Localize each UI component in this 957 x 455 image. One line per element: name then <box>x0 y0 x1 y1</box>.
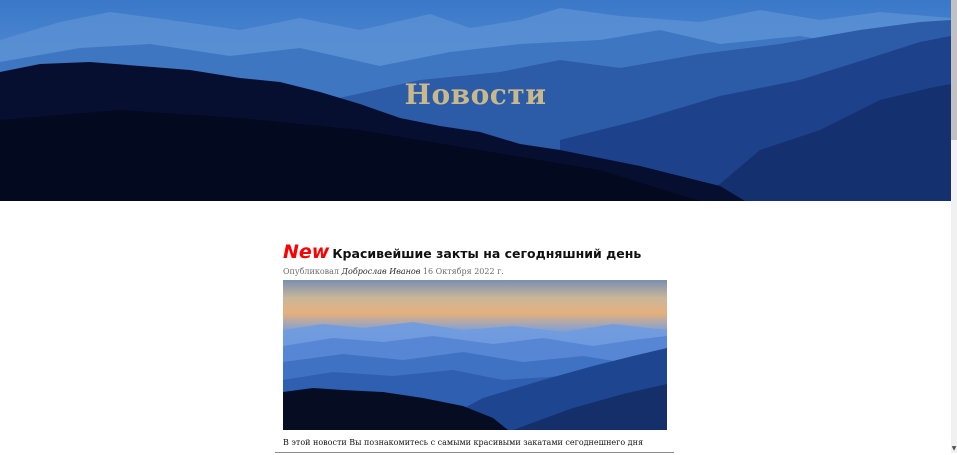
scroll-down-arrow-icon[interactable]: ▼ <box>951 445 957 453</box>
news-article: New Красивейшие закты на сегодняшний день… <box>283 238 667 455</box>
hero-banner: Новости <box>0 0 951 201</box>
meta-prefix: Опубликовал <box>283 267 339 276</box>
article-meta: Опубликовал Доброслав Иванов 16 Октября … <box>283 267 667 276</box>
vertical-scrollbar[interactable]: ▼ <box>951 0 957 453</box>
article-title[interactable]: Красивейшие закты на сегодняшний день <box>332 246 641 261</box>
page-title: Новости <box>404 78 547 111</box>
article-image <box>283 280 667 430</box>
new-badge: New <box>283 241 330 263</box>
article-author: Доброслав Иванов <box>341 267 421 276</box>
sunset-mountains-image <box>283 280 667 430</box>
article-headline[interactable]: New Красивейшие закты на сегодняшний день <box>283 238 667 266</box>
article-date: 16 Октября 2022 г. <box>422 267 504 276</box>
article-summary: В этой новости Вы познакомитесь с самыми… <box>283 438 643 447</box>
scrollbar-thumb[interactable] <box>951 0 957 140</box>
